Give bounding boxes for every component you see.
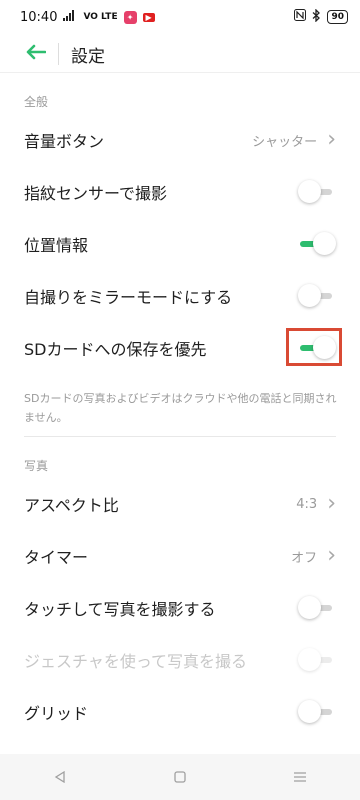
app-notification-icon: ✦	[123, 10, 137, 24]
chevron-right-icon: ›	[327, 543, 336, 568]
row-label: 音量ボタン	[24, 132, 105, 151]
status-left: 10:40 VO LTE ✦ ▶	[20, 9, 155, 25]
signal-icon	[63, 9, 77, 25]
back-nav-button[interactable]	[40, 757, 80, 797]
highlight-box	[286, 328, 342, 366]
row-right: 4:3 ›	[296, 493, 336, 515]
row-label: SDカードへの保存を優先	[24, 340, 207, 359]
back-arrow-icon	[26, 44, 47, 64]
row-label: タイマー	[24, 548, 89, 567]
home-nav-button[interactable]	[160, 757, 200, 797]
row-label: タッチして写真を撮影する	[24, 600, 216, 619]
toggle-switch	[298, 648, 336, 672]
mirror-selfie-setting[interactable]: 自撮りをミラーモードにする	[0, 270, 360, 322]
clock: 10:40	[20, 9, 58, 25]
row-value: 4:3	[296, 496, 318, 512]
page-title: 設定	[71, 46, 105, 67]
navigation-bar	[0, 754, 360, 800]
fingerprint-shutter-setting[interactable]: 指紋センサーで撮影	[0, 166, 360, 218]
row-value: オフ	[291, 550, 318, 566]
aspect-ratio-setting[interactable]: アスペクト比 4:3 ›	[0, 478, 360, 530]
section-divider	[24, 436, 336, 437]
header-divider	[58, 43, 59, 65]
row-label: 位置情報	[24, 236, 89, 255]
sd-card-note: SDカードの写真およびビデオはクラウドや他の電話と同期されません。	[24, 392, 337, 424]
grid-setting[interactable]: グリッド	[0, 686, 360, 738]
timer-setting[interactable]: タイマー オフ ›	[0, 530, 360, 582]
chevron-right-icon: ›	[327, 491, 336, 516]
toggle-switch[interactable]	[298, 284, 336, 308]
row-label: 指紋センサーで撮影	[24, 184, 168, 203]
volte-label: VO LTE	[83, 11, 118, 22]
status-right: 90	[294, 7, 348, 26]
nfc-icon	[294, 9, 307, 25]
row-right: オフ ›	[291, 545, 336, 567]
gesture-capture-setting: ジェスチャを使って写真を撮る	[0, 634, 360, 686]
menu-icon	[293, 768, 307, 787]
row-label: 自撮りをミラーモードにする	[24, 288, 233, 307]
chevron-right-icon: ›	[327, 127, 336, 152]
touch-to-capture-setting[interactable]: タッチして写真を撮影する	[0, 582, 360, 634]
location-setting[interactable]: 位置情報	[0, 218, 360, 270]
row-label: ジェスチャを使って写真を撮る	[24, 652, 248, 671]
square-home-icon	[174, 768, 186, 787]
row-right: シャッター ›	[252, 129, 336, 151]
volume-button-setting[interactable]: 音量ボタン シャッター ›	[0, 114, 360, 166]
section-header-photo: 写真	[24, 459, 49, 473]
row-label: アスペクト比	[24, 496, 119, 515]
status-bar: 10:40 VO LTE ✦ ▶ 90	[0, 0, 360, 34]
row-label: グリッド	[24, 704, 89, 723]
battery-indicator: 90	[327, 10, 348, 24]
toggle-switch[interactable]	[298, 700, 336, 724]
section-header-general: 全般	[24, 95, 49, 109]
bluetooth-icon	[312, 7, 321, 26]
row-value: シャッター	[252, 134, 318, 150]
toggle-switch[interactable]	[298, 232, 336, 256]
header-rule	[0, 72, 360, 73]
recents-nav-button[interactable]	[280, 757, 320, 797]
triangle-back-icon	[54, 768, 66, 787]
toggle-switch[interactable]	[298, 180, 336, 204]
back-button[interactable]	[0, 34, 47, 74]
toggle-switch[interactable]	[298, 596, 336, 620]
youtube-icon: ▶	[142, 12, 155, 22]
app-header: 設定	[0, 34, 360, 74]
